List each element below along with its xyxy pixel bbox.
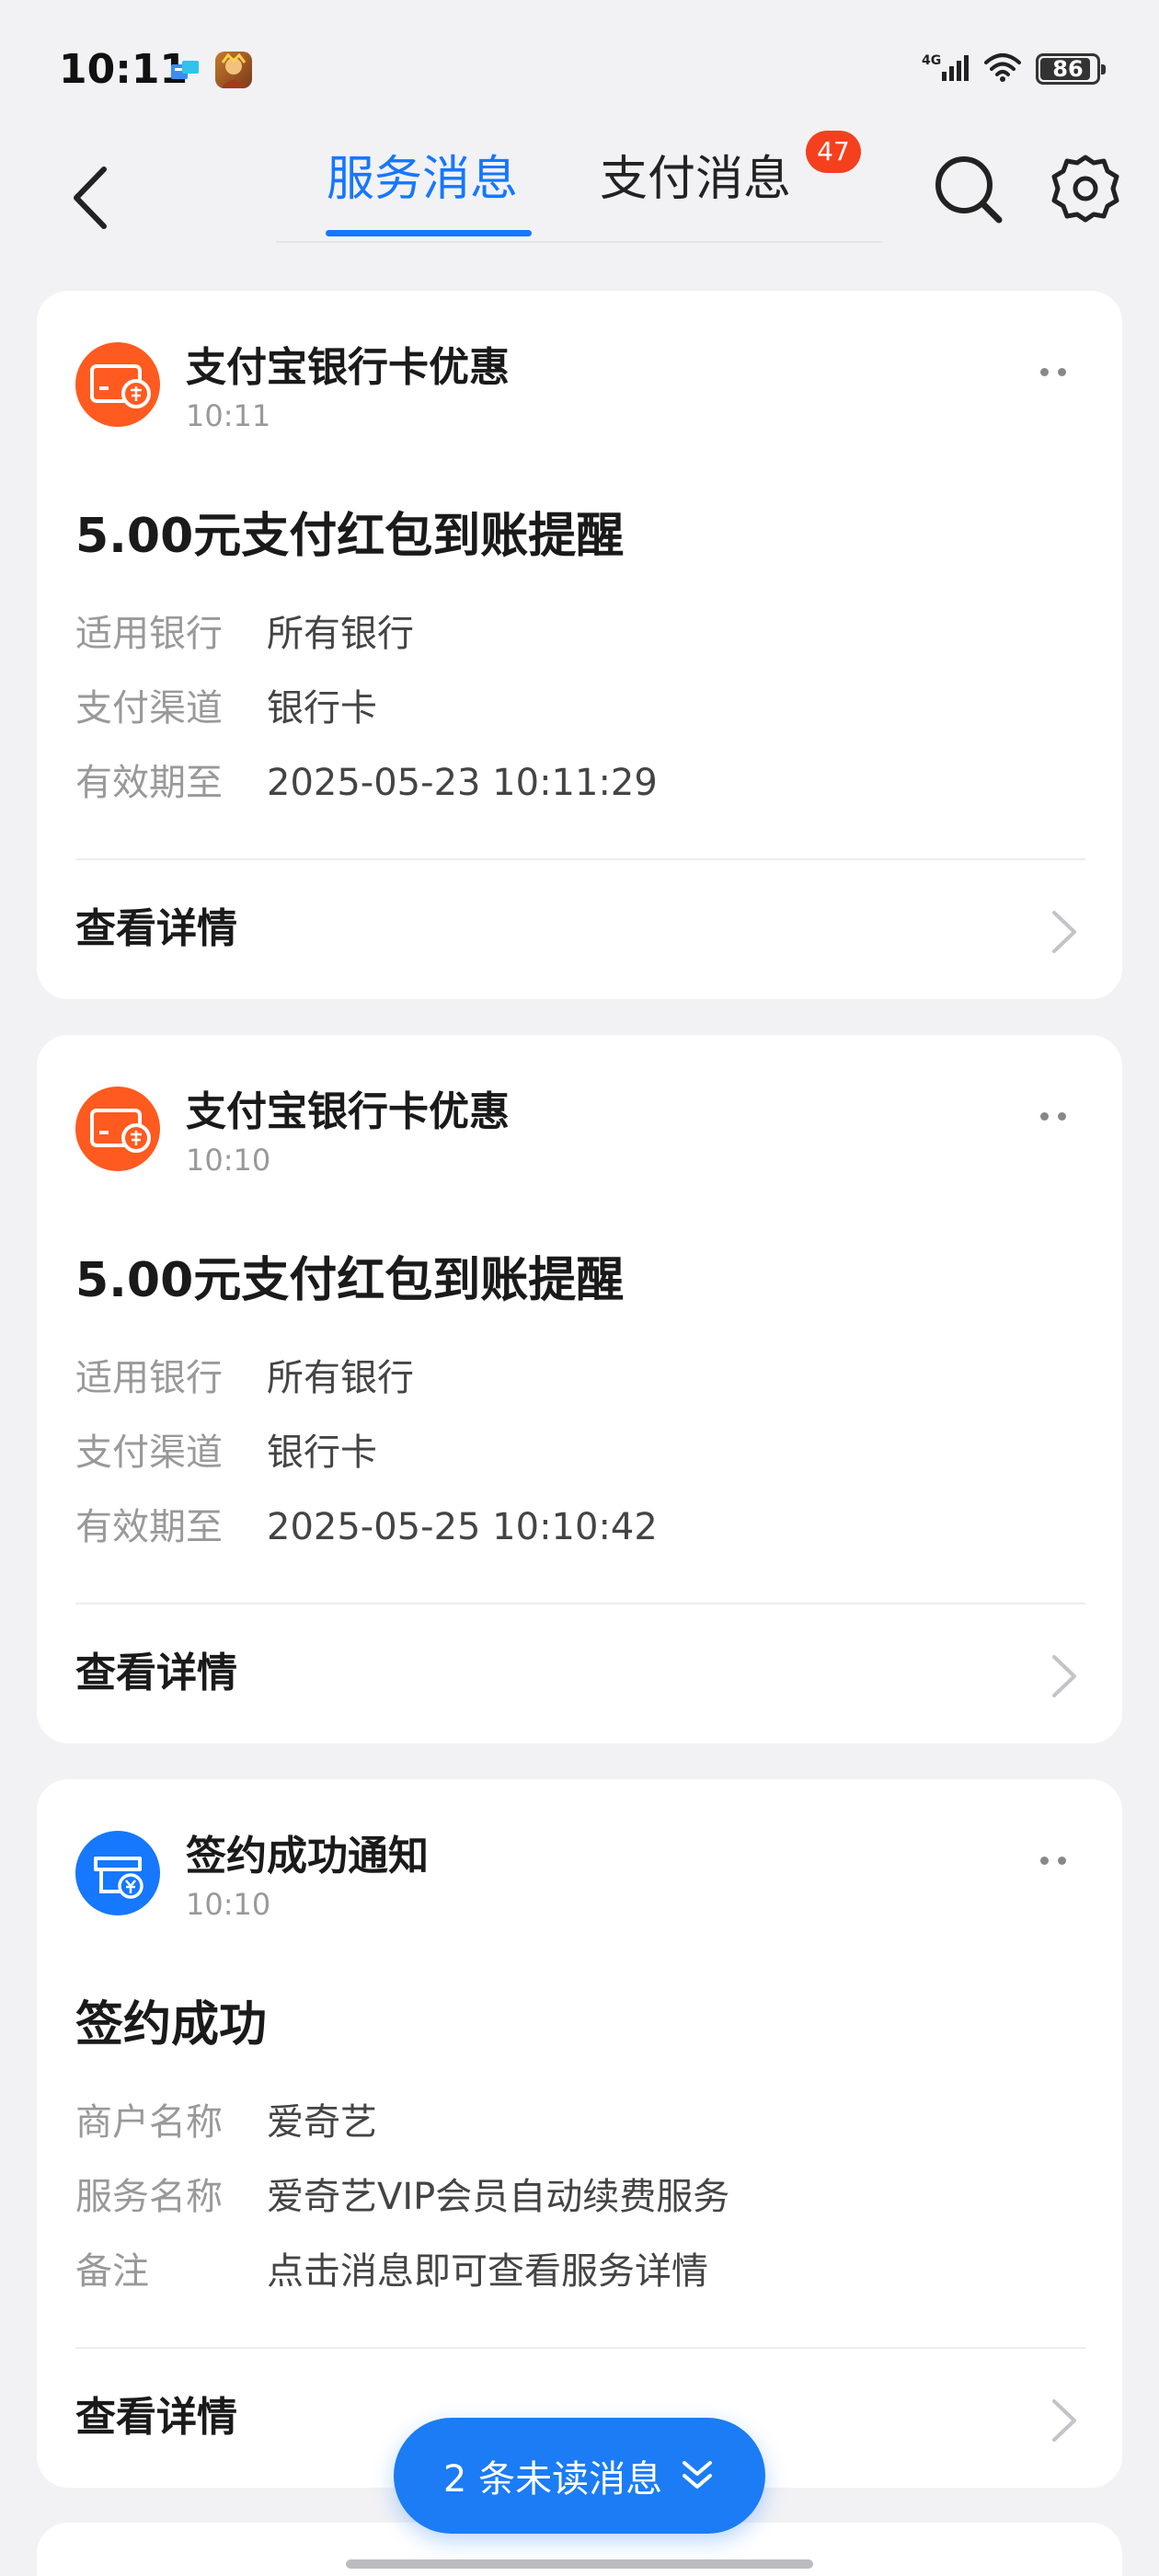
chevron-right-icon	[1052, 2399, 1076, 2442]
field-value: 银行卡	[267, 1432, 377, 1474]
view-details-link[interactable]: 查看详情	[75, 1627, 1085, 1719]
card-source: 支付宝银行卡优惠	[186, 344, 510, 391]
nav-header: 服务消息 支付消息 47	[0, 131, 1159, 258]
card-source: 签约成功通知	[186, 1833, 429, 1880]
field-label: 支付渠道	[75, 687, 223, 730]
more-options-button[interactable]	[1021, 1842, 1085, 1879]
home-indicator[interactable]	[346, 2559, 813, 2569]
game-app-icon	[215, 52, 252, 88]
status-bar: 10:11 4G 86	[0, 0, 1159, 138]
tab-service-messages[interactable]: 服务消息	[327, 147, 518, 212]
field-value: 所有银行	[267, 1357, 414, 1399]
field-row: 支付渠道 银行卡	[75, 1428, 1085, 1502]
view-details-label: 查看详情	[75, 905, 237, 952]
network-type-label: 4G	[922, 53, 941, 68]
card-header: 支付宝银行卡优惠 10:11	[75, 342, 1085, 434]
view-details-link[interactable]: 查看详情	[75, 883, 1085, 975]
field-value: 2025-05-23 10:11:29	[267, 762, 658, 804]
settings-icon	[1051, 155, 1119, 223]
field-label: 有效期至	[75, 1506, 223, 1548]
field-row: 备注 点击消息即可查看服务详情	[75, 2247, 1085, 2321]
field-value: 点击消息即可查看服务详情	[267, 2250, 708, 2293]
unread-label: 条未读消息	[478, 2458, 663, 2501]
card-header: 支付宝银行卡优惠 10:10	[75, 1087, 1085, 1179]
field-label: 支付渠道	[75, 1432, 223, 1474]
card-title: 5.00元支付红包到账提醒	[75, 509, 625, 564]
field-value: 2025-05-25 10:10:42	[267, 1506, 658, 1548]
field-label: 服务名称	[75, 2176, 223, 2218]
wifi-icon	[982, 52, 1023, 86]
unread-text: 2 条未读消息	[443, 2449, 662, 2502]
search-button[interactable]	[931, 152, 1004, 225]
status-right: 4G 86	[922, 52, 1106, 86]
field-label: 备注	[75, 2250, 149, 2293]
active-tab-indicator	[326, 230, 532, 236]
unread-count-badge: 47	[806, 131, 861, 173]
view-details-label: 查看详情	[75, 1650, 237, 1696]
card-header: 签约成功通知 10:10	[75, 1831, 1085, 1923]
chevron-right-icon	[1052, 1655, 1076, 1697]
unread-messages-button[interactable]: 2 条未读消息	[394, 2418, 765, 2534]
card-time: 10:10	[186, 1887, 271, 1922]
field-value: 爱奇艺VIP会员自动续费服务	[267, 2176, 730, 2218]
field-label: 适用银行	[75, 1357, 223, 1399]
card-divider	[75, 2347, 1085, 2349]
message-card[interactable]: 支付宝银行卡优惠 10:11 5.00元支付红包到账提醒 适用银行 所有银行 支…	[37, 291, 1122, 999]
notification-app-icon	[169, 57, 201, 85]
view-details-label: 查看详情	[75, 2394, 237, 2441]
contract-icon	[75, 1831, 160, 1915]
card-time: 10:11	[186, 398, 271, 433]
field-value: 所有银行	[267, 613, 414, 655]
bank-card-discount-icon	[75, 1087, 160, 1171]
card-time: 10:10	[186, 1143, 271, 1178]
field-row: 商户名称 爱奇艺	[75, 2098, 1085, 2172]
back-button[interactable]	[46, 152, 138, 244]
more-options-button[interactable]	[1021, 353, 1085, 390]
field-value: 爱奇艺	[267, 2101, 377, 2144]
back-icon	[74, 167, 107, 229]
battery-level: 86	[1052, 56, 1084, 82]
field-value: 银行卡	[267, 687, 377, 730]
search-icon	[935, 156, 1003, 224]
card-fields: 适用银行 所有银行 支付渠道 银行卡 有效期至 2025-05-23 10:11…	[75, 609, 1085, 833]
signal-icon: 4G	[922, 52, 970, 86]
chevron-right-icon	[1052, 911, 1076, 953]
field-label: 有效期至	[75, 762, 223, 804]
card-divider	[75, 1603, 1085, 1604]
unread-count: 2	[442, 2458, 467, 2501]
card-source: 支付宝银行卡优惠	[186, 1088, 510, 1135]
field-label: 适用银行	[75, 613, 223, 655]
settings-button[interactable]	[1049, 152, 1122, 225]
card-title: 签约成功	[75, 1997, 268, 2053]
card-divider	[75, 858, 1085, 860]
more-options-button[interactable]	[1021, 1098, 1085, 1134]
message-card[interactable]: 支付宝银行卡优惠 10:10 5.00元支付红包到账提醒 适用银行 所有银行 支…	[37, 1035, 1122, 1743]
field-row: 有效期至 2025-05-23 10:11:29	[75, 758, 1085, 833]
card-title: 5.00元支付红包到账提醒	[75, 1253, 625, 1308]
field-row: 有效期至 2025-05-25 10:10:42	[75, 1502, 1085, 1577]
double-chevron-down-icon	[683, 2461, 713, 2489]
field-row: 适用银行 所有银行	[75, 609, 1085, 684]
field-label: 商户名称	[75, 2101, 223, 2144]
battery-icon: 86	[1036, 53, 1106, 85]
field-row: 适用银行 所有银行	[75, 1353, 1085, 1428]
bank-card-discount-icon	[75, 342, 160, 427]
card-fields: 商户名称 爱奇艺 服务名称 爱奇艺VIP会员自动续费服务 备注 点击消息即可查看…	[75, 2098, 1085, 2321]
message-card[interactable]: 签约成功通知 10:10 签约成功 商户名称 爱奇艺 服务名称 爱奇艺VIP会员…	[37, 1779, 1122, 2488]
tab-payment-messages[interactable]: 支付消息	[600, 147, 791, 212]
tab-bar-divider	[276, 241, 883, 243]
field-row: 支付渠道 银行卡	[75, 684, 1085, 758]
field-row: 服务名称 爱奇艺VIP会员自动续费服务	[75, 2172, 1085, 2247]
screen: 10:11 4G 86 服务消息 支付消息 47 支付宝银行卡优惠 10:11 …	[0, 0, 1159, 2576]
card-fields: 适用银行 所有银行 支付渠道 银行卡 有效期至 2025-05-25 10:10…	[75, 1353, 1085, 1577]
